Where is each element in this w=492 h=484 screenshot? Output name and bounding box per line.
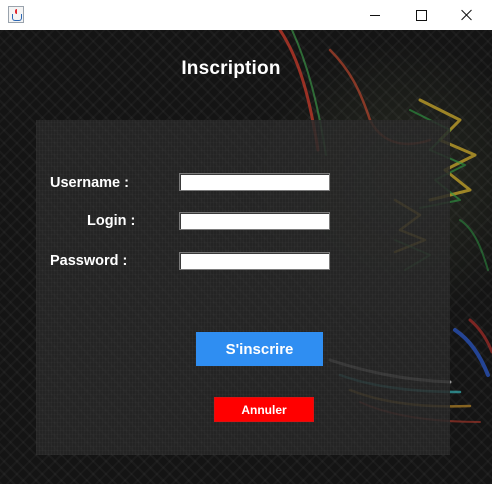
maximize-icon [415,9,427,21]
login-label: Login : [87,213,136,229]
minimize-icon [370,14,380,16]
signup-button[interactable]: S'inscrire [196,332,323,366]
login-field[interactable] [179,212,330,230]
login-input[interactable] [180,214,329,230]
cup-mark [12,14,22,21]
maximize-button[interactable] [398,0,444,30]
password-input[interactable] [180,254,329,270]
close-button[interactable] [444,0,490,30]
username-input[interactable] [180,175,329,191]
cancel-button[interactable]: Annuler [214,397,314,422]
app-window: Inscription Username : Login : Password … [0,0,492,484]
username-field[interactable] [179,173,330,191]
username-label: Username : [50,175,129,191]
page-title: Inscription [181,58,281,79]
password-field[interactable] [179,252,330,270]
minimize-button[interactable] [352,0,398,30]
password-label: Password : [50,253,128,269]
java-cup-icon[interactable] [8,6,24,23]
title-bar[interactable] [0,0,492,30]
close-icon [461,9,473,21]
